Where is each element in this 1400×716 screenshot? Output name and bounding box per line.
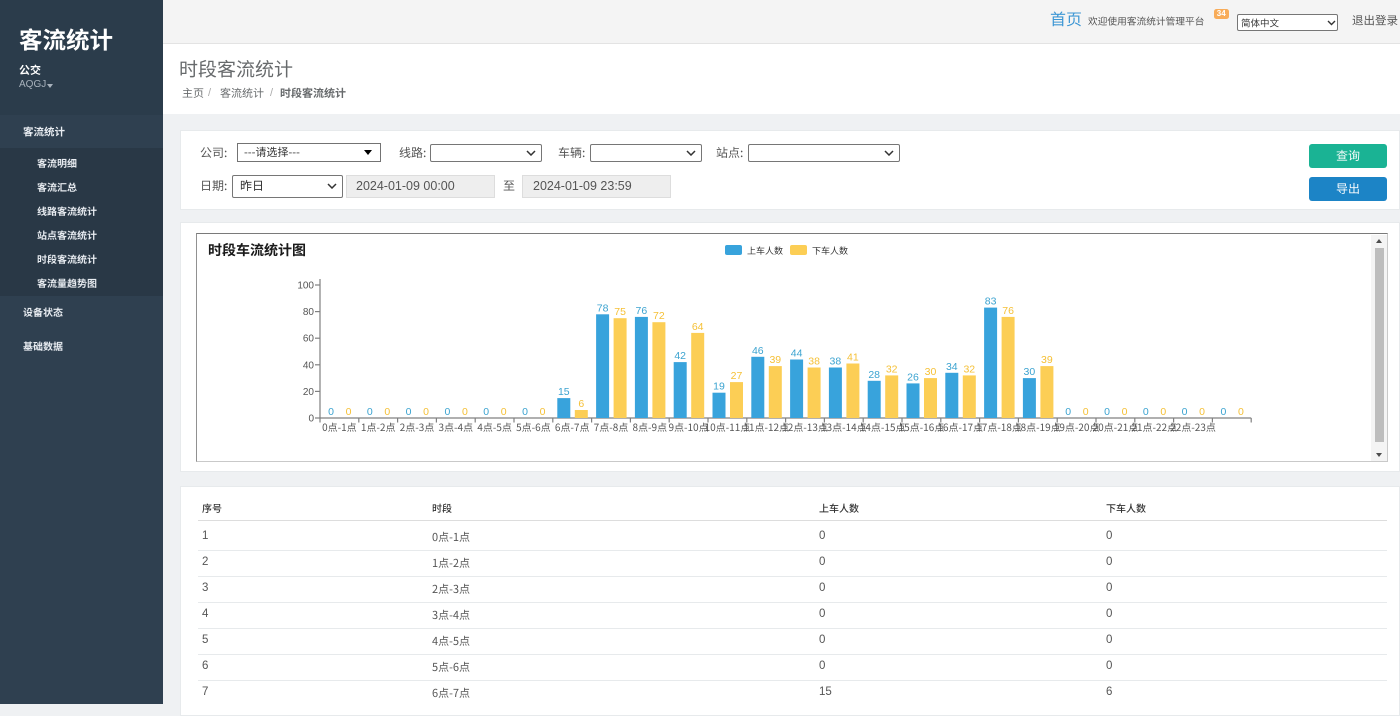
svg-text:0: 0 xyxy=(1104,406,1110,418)
svg-text:64: 64 xyxy=(692,321,704,333)
svg-text:20: 20 xyxy=(303,387,315,398)
svg-text:30: 30 xyxy=(1024,366,1036,378)
svg-text:75: 75 xyxy=(614,306,626,318)
svg-text:26: 26 xyxy=(907,371,919,383)
svg-text:76: 76 xyxy=(636,305,648,317)
svg-text:0: 0 xyxy=(1083,406,1089,418)
svg-text:0: 0 xyxy=(1238,406,1244,418)
svg-text:0: 0 xyxy=(423,406,429,418)
svg-text:0: 0 xyxy=(1199,406,1205,418)
svg-text:38: 38 xyxy=(830,356,842,368)
svg-text:0: 0 xyxy=(1220,406,1226,418)
svg-text:0: 0 xyxy=(462,406,468,418)
svg-text:39: 39 xyxy=(769,354,781,366)
svg-text:0: 0 xyxy=(1143,406,1149,418)
svg-text:44: 44 xyxy=(791,348,803,360)
svg-text:6: 6 xyxy=(578,398,584,410)
svg-text:30: 30 xyxy=(925,366,937,378)
svg-text:0: 0 xyxy=(522,406,528,418)
svg-text:60: 60 xyxy=(303,334,315,345)
svg-text:78: 78 xyxy=(597,302,609,314)
svg-text:80: 80 xyxy=(303,307,315,318)
svg-text:38: 38 xyxy=(808,356,820,368)
svg-text:0: 0 xyxy=(384,406,390,418)
svg-text:0: 0 xyxy=(444,406,450,418)
svg-text:0: 0 xyxy=(308,414,314,425)
svg-text:0: 0 xyxy=(367,406,373,418)
svg-text:0: 0 xyxy=(501,406,507,418)
svg-text:72: 72 xyxy=(653,310,665,322)
svg-text:83: 83 xyxy=(985,296,997,308)
svg-text:0: 0 xyxy=(328,406,334,418)
svg-text:39: 39 xyxy=(1041,354,1053,366)
svg-text:46: 46 xyxy=(752,345,764,357)
svg-text:27: 27 xyxy=(731,370,743,382)
svg-text:76: 76 xyxy=(1002,305,1014,317)
svg-text:0: 0 xyxy=(1160,406,1166,418)
svg-text:0: 0 xyxy=(346,406,352,418)
svg-text:0: 0 xyxy=(1182,406,1188,418)
svg-text:41: 41 xyxy=(847,352,859,364)
svg-text:15: 15 xyxy=(558,386,570,398)
svg-text:32: 32 xyxy=(886,363,898,375)
svg-text:40: 40 xyxy=(303,360,315,371)
svg-text:0: 0 xyxy=(1065,406,1071,418)
svg-text:100: 100 xyxy=(297,281,314,292)
svg-text:34: 34 xyxy=(946,361,958,373)
svg-text:42: 42 xyxy=(674,350,686,362)
svg-text:0: 0 xyxy=(406,406,412,418)
svg-text:32: 32 xyxy=(963,363,975,375)
svg-text:0: 0 xyxy=(540,406,546,418)
svg-text:0: 0 xyxy=(483,406,489,418)
svg-text:0: 0 xyxy=(1122,406,1128,418)
svg-text:19: 19 xyxy=(713,381,725,393)
svg-text:28: 28 xyxy=(868,369,880,381)
